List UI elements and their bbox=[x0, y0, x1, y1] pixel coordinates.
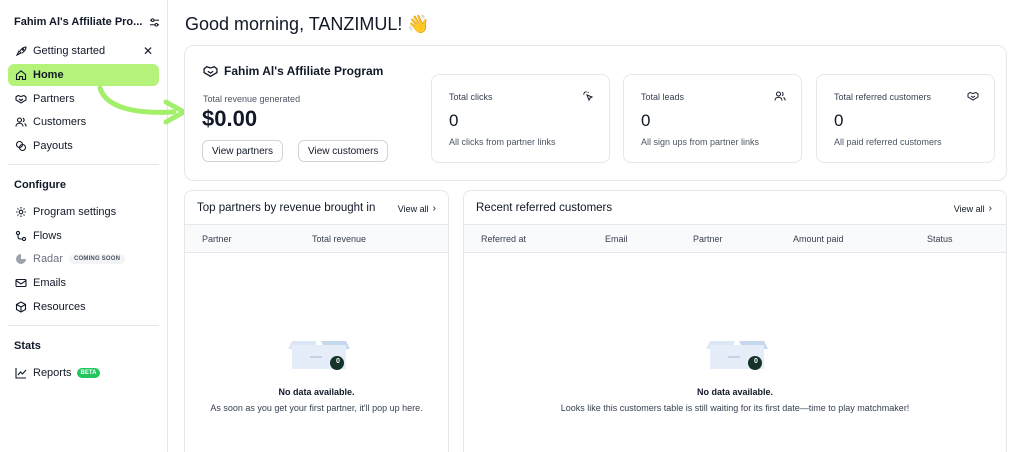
view-customers-button[interactable]: View customers bbox=[298, 140, 389, 162]
sidebar-item-label: Payouts bbox=[33, 140, 73, 152]
sidebar-item-label: Program settings bbox=[33, 206, 117, 218]
home-icon bbox=[15, 69, 27, 81]
package-icon bbox=[15, 301, 27, 313]
chart-icon bbox=[15, 367, 27, 379]
radar-icon bbox=[15, 253, 27, 265]
sidebar-item-label: Home bbox=[33, 69, 64, 81]
handshake-icon bbox=[15, 93, 27, 105]
rocket-icon bbox=[15, 45, 27, 57]
chevron-right-icon: › bbox=[988, 203, 992, 214]
column-header[interactable]: Total revenue bbox=[312, 234, 366, 244]
column-header[interactable]: Partner bbox=[202, 234, 232, 244]
sidebar-item-emails[interactable]: Emails bbox=[8, 272, 159, 294]
stat-title: Total leads bbox=[641, 92, 685, 102]
empty-title: No data available. bbox=[278, 387, 355, 397]
sidebar-item-resources[interactable]: Resources bbox=[8, 296, 159, 318]
empty-state: No data available. As soon as you get yo… bbox=[185, 387, 448, 413]
sidebar-item-flows[interactable]: Flows bbox=[8, 225, 159, 247]
column-header[interactable]: Status bbox=[927, 234, 953, 244]
column-header[interactable]: Partner bbox=[693, 234, 723, 244]
program-switcher[interactable]: Fahim Al's Affiliate Pro... bbox=[14, 14, 160, 30]
stat-subtitle: All paid referred customers bbox=[834, 137, 942, 147]
flow-icon bbox=[15, 230, 27, 242]
stat-card-total-referred-customers[interactable]: Total referred customers 0 All paid refe… bbox=[816, 74, 995, 163]
table-header: Partner Total revenue bbox=[185, 225, 448, 253]
sidebar-item-label: Customers bbox=[33, 116, 87, 128]
sidebar-item-program-settings[interactable]: Program settings bbox=[8, 201, 159, 223]
gear-icon bbox=[15, 206, 27, 218]
empty-box-icon bbox=[706, 341, 768, 370]
sidebar-item-label: Reports bbox=[33, 367, 72, 379]
stats-heading: Stats bbox=[14, 340, 41, 352]
empty-count: 0 bbox=[336, 358, 340, 365]
top-partners-panel: Top partners by revenue brought in View … bbox=[184, 190, 449, 452]
view-all-link[interactable]: View all › bbox=[954, 203, 992, 214]
stat-value: 0 bbox=[641, 111, 651, 130]
recent-customers-panel: Recent referred customers View all › Ref… bbox=[463, 190, 1007, 452]
panel-title: Top partners by revenue brought in bbox=[197, 202, 376, 214]
program-switcher-title: Fahim Al's Affiliate Pro... bbox=[14, 16, 143, 28]
revenue-label: Total revenue generated bbox=[203, 94, 301, 104]
beta-badge: BETA bbox=[76, 368, 101, 378]
stat-card-total-leads[interactable]: Total leads 0 All sign ups from partner … bbox=[623, 74, 802, 163]
sidebar-item-label: Emails bbox=[33, 277, 67, 289]
panel-header: Recent referred customers View all › bbox=[464, 191, 1006, 225]
program-name: Fahim Al's Affiliate Program bbox=[203, 64, 383, 78]
sidebar-item-reports[interactable]: Reports BETA bbox=[8, 362, 159, 384]
column-header[interactable]: Amount paid bbox=[793, 234, 844, 244]
sidebar-item-radar[interactable]: Radar COMING SOON bbox=[8, 248, 159, 270]
revenue-value: $0.00 bbox=[202, 106, 258, 131]
view-all-link[interactable]: View all › bbox=[398, 203, 436, 214]
view-all-label: View all bbox=[953, 203, 985, 214]
configure-heading: Configure bbox=[14, 179, 66, 191]
chevron-right-icon: › bbox=[432, 203, 436, 214]
panel-title: Recent referred customers bbox=[476, 202, 613, 214]
handshake-icon bbox=[203, 65, 218, 78]
coming-soon-badge: COMING SOON bbox=[68, 254, 126, 264]
view-partners-button[interactable]: View partners bbox=[202, 140, 283, 162]
mail-icon bbox=[15, 277, 27, 289]
handshake-icon bbox=[967, 91, 979, 101]
users-icon bbox=[774, 91, 786, 101]
sidebar: Fahim Al's Affiliate Pro... Getting star… bbox=[0, 0, 187, 452]
panel-header: Top partners by revenue brought in View … bbox=[185, 191, 448, 225]
view-all-label: View all bbox=[397, 203, 429, 214]
empty-state: No data available. Looks like this custo… bbox=[464, 387, 1006, 413]
page-title: Good morning, TANZIMUL! 👋 bbox=[185, 14, 430, 34]
sliders-icon[interactable] bbox=[149, 17, 160, 28]
column-header[interactable]: Email bbox=[605, 234, 628, 244]
users-icon bbox=[15, 116, 27, 128]
stat-subtitle: All sign ups from partner links bbox=[641, 137, 760, 147]
empty-subtitle: As soon as you get your first partner, i… bbox=[210, 403, 423, 413]
program-overview-card: Fahim Al's Affiliate Program Total reven… bbox=[184, 45, 1007, 181]
sidebar-item-label: Resources bbox=[33, 301, 86, 313]
sidebar-item-customers[interactable]: Customers bbox=[8, 111, 159, 133]
sidebar-item-label: Partners bbox=[33, 93, 75, 105]
empty-count: 0 bbox=[754, 358, 758, 365]
stat-subtitle: All clicks from partner links bbox=[449, 137, 556, 147]
column-header[interactable]: Referred at bbox=[481, 234, 526, 244]
sidebar-item-home[interactable]: Home bbox=[8, 64, 159, 86]
sidebar-item-label: Getting started bbox=[33, 45, 106, 57]
sidebar-divider bbox=[8, 164, 159, 165]
empty-box-icon bbox=[288, 341, 350, 370]
stat-value: 0 bbox=[834, 111, 844, 130]
empty-subtitle: Looks like this customers table is still… bbox=[560, 403, 910, 413]
empty-title: No data available. bbox=[696, 387, 774, 397]
stat-card-total-clicks[interactable]: Total clicks 0 All clicks from partner l… bbox=[431, 74, 610, 163]
stat-value: 0 bbox=[449, 111, 459, 130]
close-icon[interactable]: ✕ bbox=[143, 44, 153, 58]
sidebar-item-label: Radar bbox=[33, 253, 63, 265]
sidebar-item-getting-started[interactable]: Getting started ✕ bbox=[8, 40, 159, 62]
table-header: Referred at Email Partner Amount paid St… bbox=[464, 225, 1006, 253]
program-name-text: Fahim Al's Affiliate Program bbox=[224, 64, 384, 78]
sidebar-item-partners[interactable]: Partners bbox=[8, 88, 159, 110]
sidebar-divider bbox=[8, 325, 159, 326]
cursor-click-icon bbox=[583, 91, 594, 102]
stat-title: Total clicks bbox=[449, 92, 493, 102]
sidebar-item-label: Flows bbox=[33, 230, 62, 242]
stat-title: Total referred customers bbox=[834, 92, 932, 102]
coins-icon bbox=[15, 140, 27, 152]
sidebar-item-payouts[interactable]: Payouts bbox=[8, 135, 159, 157]
